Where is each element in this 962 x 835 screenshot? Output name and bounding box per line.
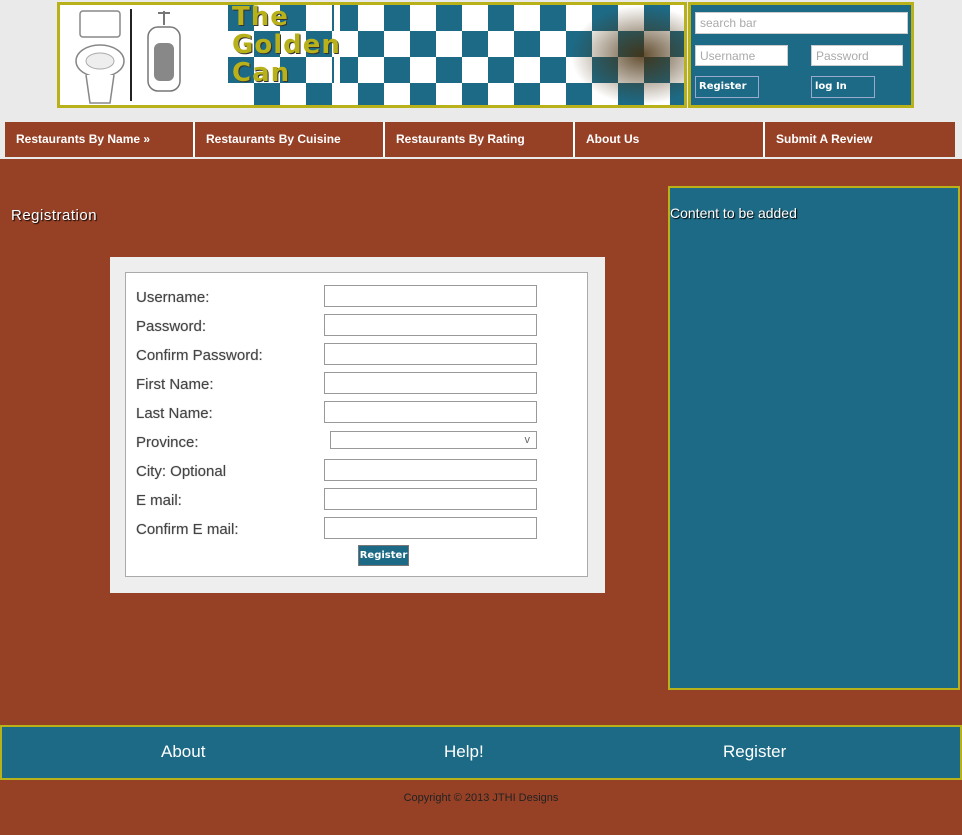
footer-link-help[interactable]: Help!: [444, 742, 484, 762]
login-panel: Register log In: [688, 2, 914, 108]
username-label: Username:: [136, 289, 210, 306]
register-submit-button[interactable]: Register: [358, 545, 409, 566]
login-button[interactable]: log In: [811, 76, 875, 98]
header-banner: The Golden Can: [57, 2, 687, 108]
nav-submit-review[interactable]: Submit A Review: [765, 122, 955, 157]
email-field[interactable]: [324, 488, 537, 510]
password-field[interactable]: [324, 314, 537, 336]
nav-restaurants-by-cuisine[interactable]: Restaurants By Cuisine: [195, 122, 383, 157]
footer-link-about[interactable]: About: [161, 742, 205, 762]
password-login-input[interactable]: [811, 45, 903, 66]
page-title: Registration: [11, 207, 98, 224]
username-login-input[interactable]: [695, 45, 788, 66]
footer-link-register[interactable]: Register: [723, 742, 786, 762]
province-select[interactable]: v: [330, 431, 537, 449]
city-label: City: Optional: [136, 463, 227, 480]
urinal-icon: [147, 11, 181, 92]
city-field[interactable]: [324, 459, 537, 481]
province-label: Province:: [136, 434, 199, 451]
site-title-line: The: [232, 2, 289, 32]
banner-shadow: [570, 5, 684, 105]
register-header-button[interactable]: Register: [695, 76, 759, 98]
nav-restaurants-by-rating[interactable]: Restaurants By Rating: [385, 122, 573, 157]
toilet-icon: [75, 10, 125, 104]
copyright-area: [0, 780, 962, 835]
site-title: The Golden Can: [232, 2, 352, 88]
first-name-field[interactable]: [324, 372, 537, 394]
sidebar-placeholder-text: Content to be added: [670, 205, 797, 221]
nav-about-us[interactable]: About Us: [575, 122, 763, 157]
logo-divider: [130, 9, 132, 101]
username-field[interactable]: [324, 285, 537, 307]
copyright-text: Copyright © 2013 JTHI Designs: [403, 792, 559, 804]
logo-panel: [60, 5, 228, 105]
site-title-line: Can: [232, 58, 291, 88]
sidebar-panel: [668, 186, 960, 690]
password-label: Password:: [136, 318, 207, 335]
first-name-label: First Name:: [136, 376, 214, 393]
site-title-line: Golden: [232, 30, 341, 60]
confirm-email-field[interactable]: [324, 517, 537, 539]
search-input[interactable]: [695, 12, 908, 34]
confirm-email-label: Confirm E mail:: [136, 521, 239, 538]
main-nav: Restaurants By Name » Restaurants By Cui…: [5, 122, 955, 157]
nav-restaurants-by-name[interactable]: Restaurants By Name »: [5, 122, 193, 157]
last-name-field[interactable]: [324, 401, 537, 423]
email-label: E mail:: [136, 492, 182, 509]
confirm-password-label: Confirm Password:: [136, 347, 263, 364]
last-name-label: Last Name:: [136, 405, 213, 422]
chevron-down-icon: v: [524, 434, 531, 446]
confirm-password-field[interactable]: [324, 343, 537, 365]
